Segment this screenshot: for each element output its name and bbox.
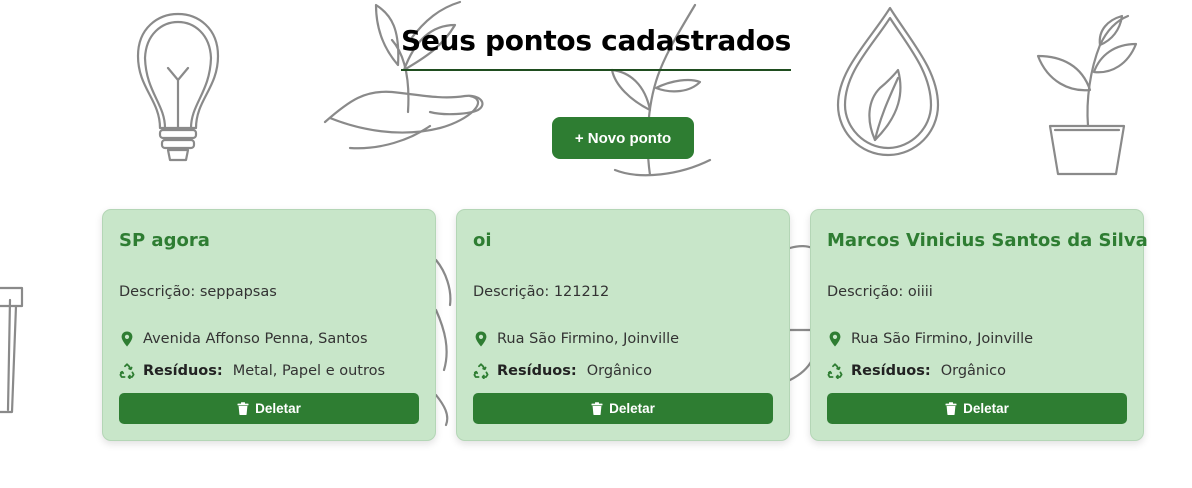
point-description: Descrição: oiiii bbox=[827, 284, 933, 300]
point-card: Marcos Vinicius Santos da Silva Descriçã… bbox=[810, 209, 1148, 441]
recycle-icon bbox=[473, 363, 489, 379]
delete-label: Deletar bbox=[255, 401, 301, 416]
delete-button[interactable]: Deletar bbox=[827, 393, 1127, 424]
waste-types: Orgânico bbox=[586, 363, 652, 379]
page-title: Seus pontos cadastrados bbox=[401, 24, 791, 71]
point-address: Rua São Firmino, Joinville bbox=[827, 331, 1033, 347]
recycle-icon bbox=[827, 363, 843, 379]
point-waste: Resíduos: Orgânico bbox=[473, 363, 652, 379]
point-name: oi bbox=[473, 230, 492, 251]
map-pin-icon bbox=[119, 331, 135, 347]
trash-icon bbox=[945, 402, 957, 415]
cup-icon bbox=[0, 286, 24, 414]
point-description: Descrição: 121212 bbox=[473, 284, 610, 300]
point-card: SP agora Descrição: seppapsas Avenida Af… bbox=[102, 209, 436, 441]
points-list: SP agora Descrição: seppapsas Avenida Af… bbox=[102, 209, 1148, 441]
point-card: oi Descrição: 121212 Rua São Firmino, Jo… bbox=[456, 209, 790, 441]
delete-button[interactable]: Deletar bbox=[119, 393, 419, 424]
map-pin-icon bbox=[473, 331, 489, 347]
point-name: Marcos Vinicius Santos da Silva bbox=[827, 230, 1148, 251]
point-address: Rua São Firmino, Joinville bbox=[473, 331, 679, 347]
waste-types: Metal, Papel e outros bbox=[232, 363, 386, 379]
delete-label: Deletar bbox=[609, 401, 655, 416]
waste-types: Orgânico bbox=[940, 363, 1006, 379]
delete-label: Deletar bbox=[963, 401, 1009, 416]
address-text: Rua São Firmino, Joinville bbox=[497, 331, 680, 347]
waste-label: Resíduos: bbox=[497, 363, 577, 379]
map-pin-icon bbox=[827, 331, 843, 347]
recycle-icon bbox=[119, 363, 135, 379]
trash-icon bbox=[237, 402, 249, 415]
waste-label: Resíduos: bbox=[143, 363, 223, 379]
point-name: SP agora bbox=[119, 230, 210, 251]
point-description: Descrição: seppapsas bbox=[119, 284, 277, 300]
point-waste: Resíduos: Metal, Papel e outros bbox=[119, 363, 385, 379]
address-text: Avenida Affonso Penna, Santos bbox=[143, 331, 368, 347]
delete-button[interactable]: Deletar bbox=[473, 393, 773, 424]
point-waste: Resíduos: Orgânico bbox=[827, 363, 1006, 379]
trash-icon bbox=[591, 402, 603, 415]
header: Seus pontos cadastrados bbox=[0, 24, 1192, 71]
point-address: Avenida Affonso Penna, Santos bbox=[119, 331, 368, 347]
waste-label: Resíduos: bbox=[851, 363, 931, 379]
address-text: Rua São Firmino, Joinville bbox=[851, 331, 1034, 347]
new-point-button[interactable]: + Novo ponto bbox=[552, 117, 694, 159]
